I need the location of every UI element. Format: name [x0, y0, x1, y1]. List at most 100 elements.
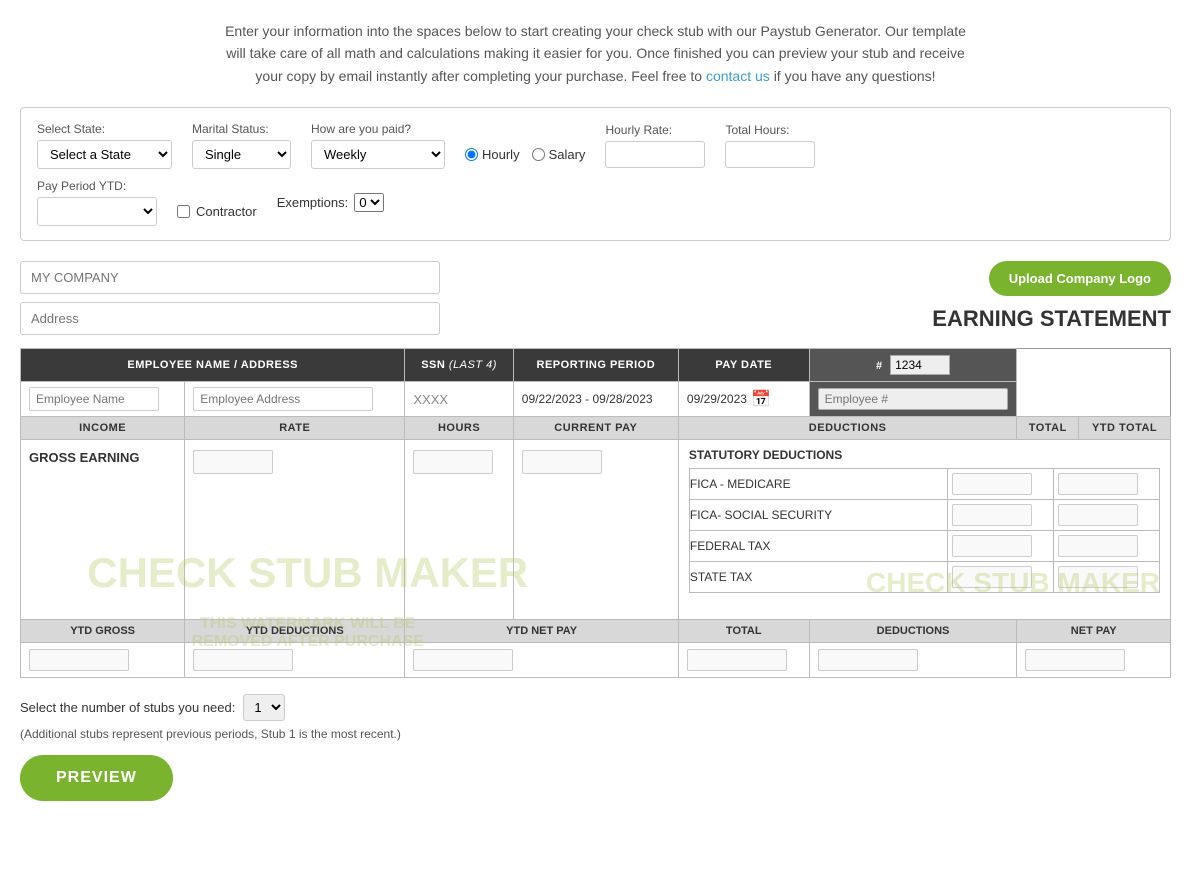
total-hours-label: Total Hours: — [725, 123, 815, 137]
fica-medicare-ytd[interactable]: 29.00 — [1058, 473, 1138, 495]
th-hours: HOURS — [405, 417, 513, 440]
ytd-deductions-header: YTD DEDUCTIONS — [185, 620, 405, 643]
employee-num-input[interactable] — [818, 388, 1009, 410]
employee-num-cell — [809, 382, 1017, 417]
ytd-values-row: 2000.00 375.50 1624.50 400.00 75.10 324.… — [21, 643, 1171, 678]
total-header: TOTAL — [678, 620, 809, 643]
ytd-deductions-input[interactable]: 375.50 — [193, 649, 293, 671]
rate-input[interactable]: 10 — [193, 450, 273, 474]
state-tax-ytd[interactable]: 0.00 — [1058, 566, 1138, 588]
state-field-group: Select State: Select a State Alabama Ala… — [37, 122, 172, 169]
pay-type-group: Hourly Salary — [465, 147, 585, 162]
col-ssn: SSN (LAST 4) — [405, 349, 513, 382]
employee-info-row: XXXX 09/22/2023 - 09/28/2023 09/29/2023 … — [21, 382, 1171, 417]
employee-name-cell — [21, 382, 185, 417]
ytd-gross-input[interactable]: 2000.00 — [29, 649, 129, 671]
ytd-header-row: YTD GROSS YTD DEDUCTIONS YTD NET PAY TOT… — [21, 620, 1171, 643]
reporting-period-cell: 09/22/2023 - 09/28/2023 — [513, 382, 678, 417]
employee-address-input[interactable] — [193, 387, 373, 411]
fica-social-label: FICA- SOCIAL SECURITY — [689, 500, 948, 531]
federal-tax-ytd[interactable]: 225.50 — [1058, 535, 1138, 557]
federal-tax-row: FEDERAL TAX 44.50 225.50 — [689, 531, 1159, 562]
company-section: Upload Company Logo EARNING STATEMENT — [20, 261, 1171, 338]
fica-medicare-total[interactable]: 5.80 — [952, 473, 1032, 495]
deductions-header: DEDUCTIONS — [809, 620, 1017, 643]
contact-us-link[interactable]: contact us — [706, 68, 770, 84]
stub-count-select[interactable]: 12345 — [243, 694, 285, 721]
net-pay-header: NET PAY — [1017, 620, 1171, 643]
th-total: TOTAL — [1017, 417, 1079, 440]
stub-count-row: Select the number of stubs you need: 123… — [20, 694, 1171, 721]
salary-radio-label[interactable]: Salary — [532, 147, 586, 162]
company-address-input[interactable] — [20, 302, 440, 335]
company-name-input[interactable] — [20, 261, 440, 294]
col-hash-number: # — [809, 349, 1017, 382]
deductions-input[interactable]: 75.10 — [818, 649, 918, 671]
hours-input[interactable]: 40 — [413, 450, 493, 474]
hourly-rate-input[interactable]: 10 — [605, 141, 705, 168]
pay-period-ytd-group: Pay Period YTD: — [37, 179, 157, 226]
pay-method-select[interactable]: Weekly Bi-Weekly Semi-Monthly Monthly — [311, 140, 445, 169]
ytd-net-pay-input[interactable]: 1624.50 — [413, 649, 513, 671]
intro-text: Enter your information into the spaces b… — [20, 20, 1171, 87]
deductions-cell: STATUTORY DEDUCTIONS FICA - MEDICARE 5.8… — [678, 440, 1170, 620]
hourly-radio-label[interactable]: Hourly — [465, 147, 520, 162]
salary-radio[interactable] — [532, 148, 545, 161]
income-header-row: INCOME RATE HOURS CURRENT PAY DEDUCTIONS… — [21, 417, 1171, 440]
pay-period-ytd-select[interactable] — [37, 197, 157, 226]
total-hours-input[interactable]: 40 — [725, 141, 815, 168]
contractor-checkbox[interactable] — [177, 205, 190, 218]
total-value-cell: 400.00 — [678, 643, 809, 678]
current-pay-cell: 400.00 — [513, 440, 678, 620]
ytd-gross-header: YTD GROSS — [21, 620, 185, 643]
state-tax-total[interactable]: 0.00 — [952, 566, 1032, 588]
intro-section: Enter your information into the spaces b… — [20, 20, 1171, 87]
federal-tax-total[interactable]: 44.50 — [952, 535, 1032, 557]
company-inputs — [20, 261, 440, 335]
statutory-deductions-label: STATUTORY DEDUCTIONS — [689, 448, 1160, 462]
fica-social-row: FICA- SOCIAL SECURITY 24.80 124.00 — [689, 500, 1159, 531]
hours-cell: 40 — [405, 440, 513, 620]
pay-date-cell: 09/29/2023 📅 — [678, 382, 809, 417]
total-hours-field-group: Total Hours: 40 — [725, 123, 815, 168]
exemptions-label: Exemptions: — [277, 195, 349, 210]
state-tax-row: STATE TAX 0.00 0.00 — [689, 562, 1159, 593]
preview-button[interactable]: PREVIEW — [20, 755, 173, 801]
col-employee-name-address: EMPLOYEE NAME / ADDRESS — [21, 349, 405, 382]
th-rate: RATE — [185, 417, 405, 440]
fica-social-total[interactable]: 24.80 — [952, 504, 1032, 526]
fica-medicare-row: FICA - MEDICARE 5.80 29.00 — [689, 469, 1159, 500]
col-pay-date: PAY DATE — [678, 349, 809, 382]
stub-table: EMPLOYEE NAME / ADDRESS SSN (LAST 4) REP… — [20, 348, 1171, 678]
th-deductions: DEDUCTIONS — [678, 417, 1017, 440]
employee-name-input[interactable] — [29, 387, 159, 411]
pay-period-ytd-label: Pay Period YTD: — [37, 179, 157, 193]
ssn-cell: XXXX — [405, 382, 513, 417]
employee-address-cell — [185, 382, 405, 417]
pay-method-field-group: How are you paid? Weekly Bi-Weekly Semi-… — [311, 122, 445, 169]
hourly-radio[interactable] — [465, 148, 478, 161]
ytd-net-pay-header: YTD NET PAY — [405, 620, 679, 643]
th-income: INCOME — [21, 417, 185, 440]
main-data-row: GROSS EARNING 10 40 400.00 STATUTORY DED… — [21, 440, 1171, 620]
net-pay-value-cell: 324.90 — [1017, 643, 1171, 678]
current-pay-input[interactable]: 400.00 — [522, 450, 602, 474]
rate-cell: 10 — [185, 440, 405, 620]
stub-count-label: Select the number of stubs you need: — [20, 700, 235, 715]
hourly-rate-label: Hourly Rate: — [605, 123, 705, 137]
fica-social-ytd[interactable]: 124.00 — [1058, 504, 1138, 526]
calendar-icon[interactable]: 📅 — [751, 389, 771, 409]
ytd-net-pay-value-cell: 1624.50 — [405, 643, 679, 678]
gross-earning-label-cell: GROSS EARNING — [21, 440, 185, 620]
ytd-gross-value-cell: 2000.00 — [21, 643, 185, 678]
marital-select[interactable]: Single Married — [192, 140, 291, 169]
net-pay-input[interactable]: 324.90 — [1025, 649, 1125, 671]
col-reporting-period: REPORTING PERIOD — [513, 349, 678, 382]
state-select[interactable]: Select a State Alabama Alaska California… — [37, 140, 172, 169]
total-input[interactable]: 400.00 — [687, 649, 787, 671]
th-current-pay: CURRENT PAY — [513, 417, 678, 440]
earning-statement-title: EARNING STATEMENT — [932, 306, 1171, 332]
hash-number-input[interactable] — [890, 355, 950, 375]
upload-logo-button[interactable]: Upload Company Logo — [989, 261, 1171, 296]
exemptions-select[interactable]: 0123 — [354, 193, 384, 212]
